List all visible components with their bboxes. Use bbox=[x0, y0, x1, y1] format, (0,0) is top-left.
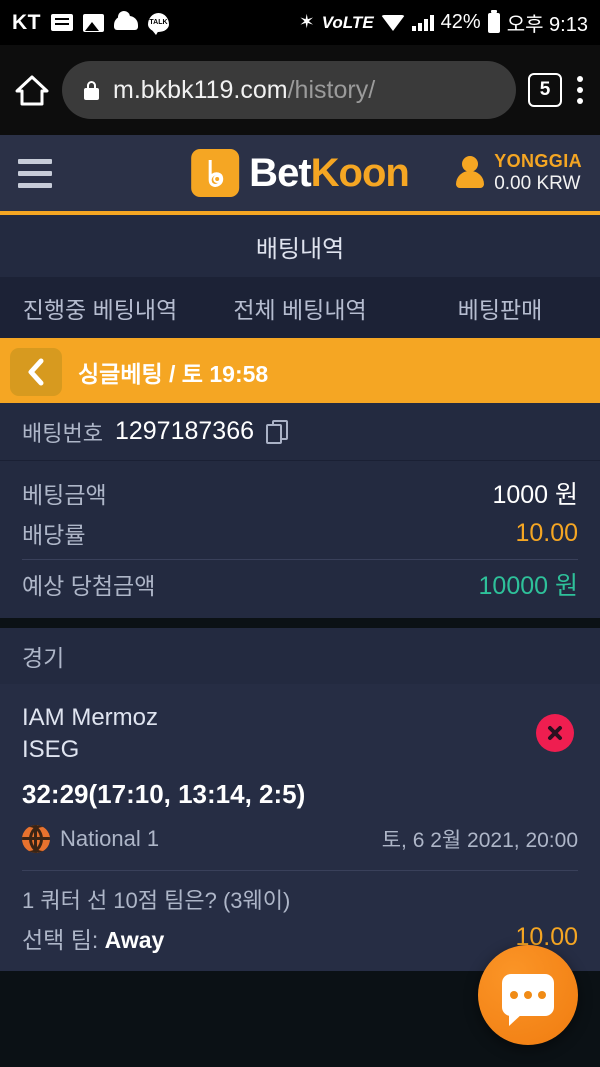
chevron-left-icon bbox=[28, 358, 44, 386]
tab-count-button[interactable]: 5 bbox=[528, 73, 562, 107]
payout-value: 10000 원 bbox=[478, 572, 578, 600]
match-card[interactable]: IAM Mermoz ISEG 32:29(17:10, 13:14, 2:5)… bbox=[0, 684, 600, 971]
bet-type-label: 싱글베팅 / 토 19:58 bbox=[78, 361, 269, 387]
odds-value: 10.00 bbox=[515, 518, 578, 547]
page-title: 배팅내역 bbox=[0, 215, 600, 277]
lock-icon bbox=[84, 80, 99, 100]
tab-bar: 진행중 베팅내역 전체 베팅내역 베팅판매 bbox=[0, 277, 600, 341]
tab-bet-sale[interactable]: 베팅판매 bbox=[400, 291, 600, 325]
payout-row: 예상 당첨금액 10000 원 bbox=[22, 564, 578, 604]
user-icon bbox=[455, 156, 485, 190]
user-info: YONGGIA 0.00 KRW bbox=[494, 150, 582, 196]
selection-row: 선택 팀: Away 10.00 bbox=[22, 921, 578, 955]
chat-bubble-icon bbox=[502, 974, 554, 1026]
hamburger-icon[interactable] bbox=[18, 158, 52, 188]
basketball-icon bbox=[22, 824, 50, 853]
status-badge bbox=[536, 714, 574, 752]
bet-amount-rows: 베팅금액 1000 원 배당률 10.00 예상 당첨금액 10000 원 bbox=[0, 461, 600, 618]
url-domain: m.bkbk119.com bbox=[113, 75, 288, 104]
clock-label: 오후 9:13 bbox=[506, 14, 588, 36]
copy-icon[interactable] bbox=[266, 419, 289, 444]
tab-all-bets[interactable]: 전체 베팅내역 bbox=[200, 291, 400, 325]
brand-text-second: Koon bbox=[310, 150, 410, 195]
odds-row: 배당률 10.00 bbox=[22, 513, 578, 553]
bet-number-row: 배팅번호 1297187366 bbox=[0, 403, 600, 461]
chat-button[interactable] bbox=[478, 945, 578, 1045]
selection-label: 선택 팀: Away bbox=[22, 921, 164, 955]
market-divider bbox=[22, 869, 578, 871]
selection-value: Away bbox=[104, 926, 165, 953]
home-team-label: IAM Mermoz bbox=[22, 704, 159, 731]
wifi-icon bbox=[380, 14, 405, 31]
bet-summary-section: 배팅번호 1297187366 베팅금액 1000 원 배당률 10.00 예상… bbox=[0, 403, 600, 618]
volte-icon: VoLTE bbox=[321, 12, 374, 32]
market-question: 1 쿼터 선 10점 팀은? (3웨이) bbox=[22, 887, 291, 913]
back-button[interactable] bbox=[10, 348, 62, 396]
league-label: National 1 bbox=[60, 825, 160, 851]
brand-logo[interactable]: BetKoon bbox=[191, 149, 410, 197]
carrier-label: KT bbox=[12, 10, 41, 34]
stake-label: 베팅금액 bbox=[22, 482, 107, 508]
match-score: 32:29(17:10, 13:14, 2:5) bbox=[22, 778, 306, 809]
cloud-icon bbox=[114, 10, 138, 30]
stake-row: 베팅금액 1000 원 bbox=[22, 473, 578, 513]
selection-prefix: 선택 팀: bbox=[22, 926, 105, 953]
photo-icon bbox=[83, 13, 104, 32]
phone-screen: KT TALK ✶ VoLTE 42% 오후 9:13 m.bkbk119.co… bbox=[0, 0, 600, 1067]
bet-number-value: 1297187366 bbox=[114, 417, 255, 445]
browser-toolbar: m.bkbk119.com/history/ 5 bbox=[0, 45, 600, 135]
kebab-menu-icon[interactable] bbox=[574, 76, 586, 104]
bet-number-label: 배팅번호 bbox=[22, 420, 103, 446]
close-x-icon bbox=[548, 726, 562, 740]
match-datetime: 토, 6 2월 2021, 20:00 bbox=[381, 828, 578, 852]
odds-label: 배당률 bbox=[22, 522, 86, 548]
url-bar[interactable]: m.bkbk119.com/history/ bbox=[62, 61, 516, 119]
section-gap bbox=[0, 618, 600, 628]
site-header: BetKoon YONGGIA 0.00 KRW bbox=[0, 135, 600, 215]
status-bar-left: KT TALK bbox=[12, 10, 169, 35]
battery-icon bbox=[487, 9, 500, 33]
url-text: m.bkbk119.com/history/ bbox=[113, 76, 375, 105]
signal-icon bbox=[411, 14, 434, 31]
home-icon[interactable] bbox=[14, 73, 50, 107]
brand-text: BetKoon bbox=[249, 150, 410, 196]
username-label: YONGGIA bbox=[494, 150, 582, 171]
stake-value: 1000 원 bbox=[492, 481, 578, 509]
battery-percent-label: 42% bbox=[440, 11, 481, 33]
team-names: IAM Mermoz ISEG bbox=[22, 702, 578, 767]
message-icon bbox=[51, 14, 73, 31]
league-row: National 1 토, 6 2월 2021, 20:00 bbox=[22, 824, 578, 854]
balance-label: 0.00 KRW bbox=[494, 173, 581, 195]
match-section-header: 경기 bbox=[0, 628, 600, 684]
kakaotalk-icon: TALK bbox=[148, 13, 169, 35]
tab-ongoing-bets[interactable]: 진행중 베팅내역 bbox=[0, 291, 200, 325]
away-team-label: ISEG bbox=[22, 736, 80, 764]
betkoon-logo-icon bbox=[191, 149, 240, 197]
brand-text-first: Bet bbox=[249, 150, 311, 195]
url-path: /history/ bbox=[287, 75, 376, 104]
status-bar-right: ✶ VoLTE 42% 오후 9:13 bbox=[299, 8, 588, 37]
payout-label: 예상 당첨금액 bbox=[22, 573, 156, 599]
divider bbox=[22, 559, 578, 560]
status-bar: KT TALK ✶ VoLTE 42% 오후 9:13 bbox=[0, 0, 600, 45]
user-account-area[interactable]: YONGGIA 0.00 KRW bbox=[455, 150, 582, 196]
bet-type-banner: 싱글베팅 / 토 19:58 bbox=[0, 341, 600, 403]
bluetooth-icon: ✶ bbox=[298, 12, 315, 33]
